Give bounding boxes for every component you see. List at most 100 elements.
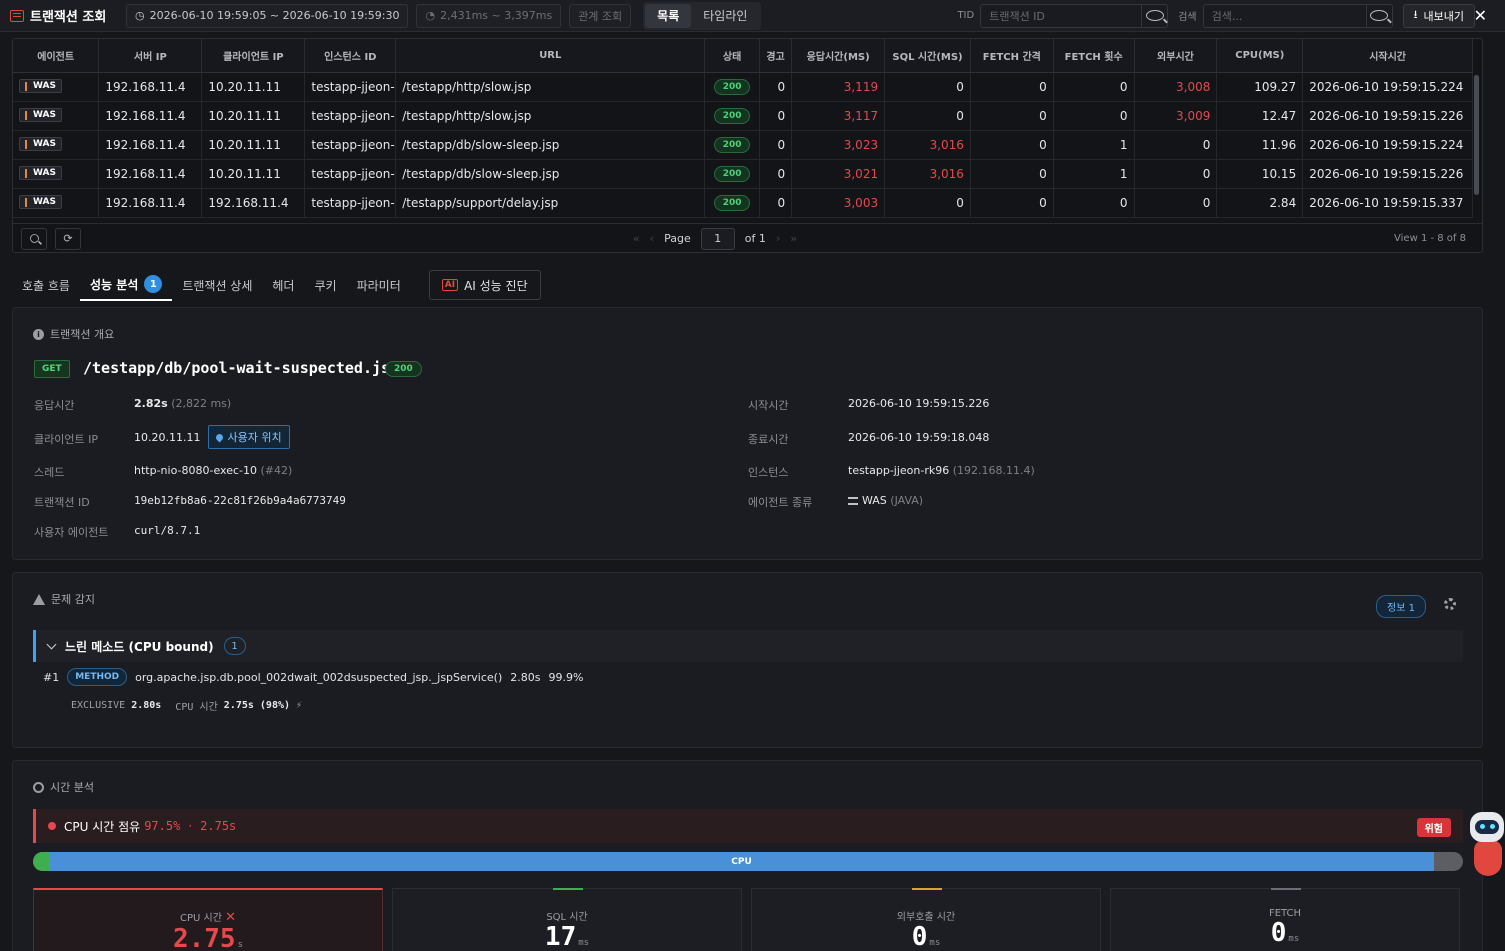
start-value: 2026-06-10 19:59:15.226 xyxy=(848,397,990,410)
cell-instance: testapp-jjeon-rk96 xyxy=(304,159,397,189)
view-list-button[interactable]: 목록 xyxy=(645,3,692,28)
export-button[interactable]: ⭳ 내보내기 xyxy=(1402,3,1475,28)
download-icon: ⭳ xyxy=(1413,8,1418,21)
refresh-button[interactable]: ⟳ xyxy=(55,227,81,250)
table-scrollbar[interactable] xyxy=(1474,75,1479,195)
field-value: 10.20.11.11 사용자 위치 xyxy=(134,425,290,449)
status-badge: 200 xyxy=(385,361,422,377)
column-header[interactable]: FETCH 간격 xyxy=(970,39,1054,73)
search-input[interactable]: 검색... xyxy=(1202,3,1393,28)
view-timeline-button[interactable]: 타임라인 xyxy=(691,4,759,28)
export-label: 내보내기 xyxy=(1423,9,1464,23)
alert-dot-icon xyxy=(48,822,56,830)
user-location-button[interactable]: 사용자 위치 xyxy=(208,425,290,449)
status-badge: 200 xyxy=(713,166,751,182)
field-label: 응답시간 xyxy=(34,399,75,412)
ai-diagnosis-button[interactable]: AI AI 성능 진단 xyxy=(428,270,541,300)
next-page-icon[interactable]: › xyxy=(776,232,780,245)
column-header[interactable]: SQL 시간(MS) xyxy=(884,39,971,73)
card-unit: s xyxy=(237,940,244,950)
card-value-text: 0 xyxy=(911,922,928,951)
info-count-pill[interactable]: 정보 1 xyxy=(1376,595,1426,618)
tab-call-flow[interactable]: 호출 흐름 xyxy=(12,269,80,301)
agent-badge: WAS xyxy=(19,195,62,210)
assistant-bot-icon[interactable] xyxy=(1464,812,1505,878)
first-page-icon[interactable]: « xyxy=(633,232,640,245)
field-label: 트랜잭션 ID xyxy=(34,496,90,509)
ai-diagnosis-label: AI 성능 진단 xyxy=(464,278,528,293)
gear-icon[interactable] xyxy=(1444,598,1456,610)
java-icon xyxy=(25,139,30,149)
column-header[interactable]: FETCH 횟수 xyxy=(1053,39,1135,73)
tab-count-badge: 1 xyxy=(144,275,163,293)
column-header[interactable]: 상태 xyxy=(704,39,760,73)
card-unit: ms xyxy=(578,938,590,948)
column-header[interactable]: 외부시간 xyxy=(1134,39,1218,73)
table-row[interactable]: WAS 192.168.11.4 10.20.11.11 testapp-jjeon-… xyxy=(13,130,1473,160)
cell-status: 200 xyxy=(704,130,760,160)
tab-tx-detail[interactable]: 트랜잭션 상세 xyxy=(172,269,262,301)
resp-range-filter[interactable]: ◔ 2,431ms ~ 3,397ms xyxy=(416,3,562,28)
cell-resp: 3,003 xyxy=(791,188,886,218)
column-header[interactable]: 경고 xyxy=(759,39,793,73)
tab-cookies[interactable]: 쿠키 xyxy=(304,269,346,301)
table-row[interactable]: WAS 192.168.11.4 192.168.11.4 testapp-jjeon… xyxy=(13,188,1473,218)
table-row[interactable]: WAS 192.168.11.4 10.20.11.11 testapp-jjeon-… xyxy=(13,72,1473,102)
problem-group[interactable]: 느린 메소드 (CPU bound) 1 xyxy=(33,630,1463,662)
cell-warn: 0 xyxy=(759,188,793,218)
last-page-icon[interactable]: » xyxy=(790,232,797,245)
column-header[interactable]: 응답시간(MS) xyxy=(791,39,886,73)
bolt-icon: ⚡ xyxy=(296,700,303,711)
column-header[interactable]: 서버 IP xyxy=(98,39,203,73)
cell-fetch-gap: 0 xyxy=(970,188,1054,218)
tab-performance[interactable]: 성능 분석 1 xyxy=(79,269,173,301)
page-title-text: 트랜잭션 조회 xyxy=(30,10,107,25)
tid-input[interactable]: 트랜잭션 ID xyxy=(980,3,1169,28)
warning-icon xyxy=(33,593,45,605)
table-header-row: 에이전트 서버 IP 클라이언트 IP 인스턴스 ID URL 상태 경고 응답시간(MS) S… xyxy=(13,39,1473,73)
field-value: testapp-jjeon-rk96 (192.168.11.4) xyxy=(848,464,1035,477)
cell-agent: WAS xyxy=(13,101,100,131)
agent-type-value: WAS xyxy=(862,494,887,507)
column-header[interactable]: URL xyxy=(395,39,706,73)
tab-params[interactable]: 파라미터 xyxy=(347,269,411,301)
cell-warn: 0 xyxy=(759,159,793,189)
relation-button[interactable]: 관계 조회 xyxy=(569,3,632,28)
page-input[interactable]: 1 xyxy=(700,227,735,250)
table-row[interactable]: WAS 192.168.11.4 10.20.11.11 testapp-jjeon-… xyxy=(13,159,1473,189)
column-header[interactable]: 클라이언트 IP xyxy=(201,39,306,73)
ua-value: curl/8.7.1 xyxy=(134,524,201,537)
status-badge: 200 xyxy=(713,195,751,211)
instance-sub: (192.168.11.4) xyxy=(952,464,1035,477)
table-row[interactable]: WAS 192.168.11.4 10.20.11.11 testapp-jjeon-… xyxy=(13,101,1473,131)
cell-fetch-gap: 0 xyxy=(970,159,1054,189)
cell-ext: 3,008 xyxy=(1134,72,1218,102)
field-label: 클라이언트 IP xyxy=(34,433,98,446)
cell-cpu: 11.96 xyxy=(1216,130,1304,160)
cpu-segment[interactable]: CPU xyxy=(48,852,1435,871)
page-label: Page xyxy=(664,232,691,245)
cell-fetch-cnt: 1 xyxy=(1053,159,1135,189)
column-header[interactable]: 에이전트 xyxy=(13,39,100,73)
time-range-filter[interactable]: ◷ 2026-06-10 19:59:05 ~ 2026-06-10 19:59… xyxy=(126,3,409,28)
agent-label: WAS xyxy=(33,81,56,92)
cell-agent: WAS xyxy=(13,188,100,218)
tab-headers[interactable]: 헤더 xyxy=(262,269,304,301)
excl-value: 2.80s xyxy=(131,700,162,711)
time-header: 시간 분석 xyxy=(33,779,94,795)
cell-cpu: 2.84 xyxy=(1216,188,1304,218)
time-card: 외부호출 시간 0 ms xyxy=(751,888,1101,951)
prev-page-icon[interactable]: ‹ xyxy=(650,232,654,245)
card-label-text: CPU 시간 xyxy=(179,913,222,924)
column-header[interactable]: CPU(MS) xyxy=(1216,39,1304,73)
close-icon[interactable]: ✕ xyxy=(1474,6,1487,25)
table-search-button[interactable] xyxy=(21,227,47,250)
search-button[interactable] xyxy=(1365,4,1392,27)
sql-segment[interactable] xyxy=(33,852,49,871)
tid-search-button[interactable] xyxy=(1141,4,1167,27)
cell-fetch-gap: 0 xyxy=(970,130,1054,160)
column-header[interactable]: 시작시간 xyxy=(1302,39,1473,73)
cell-url: /testapp/db/slow-sleep.jsp xyxy=(395,159,706,189)
column-header[interactable]: 인스턴스 ID xyxy=(304,39,397,73)
page-of-label: of 1 xyxy=(744,232,766,245)
